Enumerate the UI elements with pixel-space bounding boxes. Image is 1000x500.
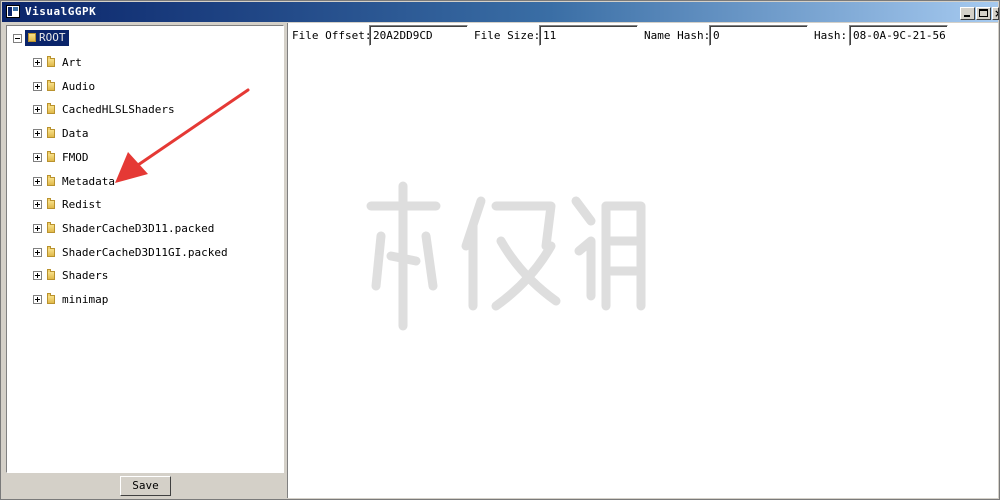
tree-item-label: Audio	[62, 80, 96, 93]
tree-item-fmod[interactable]: FMOD	[33, 149, 253, 167]
maximize-icon	[979, 9, 988, 17]
expand-icon[interactable]	[33, 153, 42, 162]
save-button[interactable]: Save	[120, 476, 171, 496]
tree-root-label[interactable]: ROOT	[25, 30, 69, 46]
tree-item-label: Data	[62, 127, 89, 140]
hash-field[interactable]: 08-0A-9C-21-56-C	[849, 25, 948, 46]
title-bar[interactable]: VisualGGPK ×	[2, 2, 999, 22]
tree-item-label: FMOD	[62, 151, 89, 164]
tree-item-audio[interactable]: Audio	[33, 78, 253, 96]
file-offset-label: File Offset:	[292, 29, 372, 42]
minimize-button[interactable]	[960, 7, 975, 20]
tree-item-metadata[interactable]: Metadata	[33, 173, 253, 191]
expand-icon[interactable]	[33, 271, 42, 280]
file-offset-field[interactable]: 20A2DD9CD	[369, 25, 468, 46]
file-tree[interactable]: ROOT Art Audio CachedHLSLShaders Data FM…	[6, 25, 284, 473]
name-hash-label: Name Hash:	[644, 29, 711, 42]
folder-icon	[47, 269, 55, 280]
expand-icon[interactable]	[33, 200, 42, 209]
app-icon[interactable]	[6, 5, 20, 18]
tree-item-label: Redist	[62, 198, 102, 211]
file-size-field[interactable]: 11	[539, 25, 638, 46]
file-size-label: File Size:	[474, 29, 541, 42]
folder-icon	[47, 246, 55, 257]
expand-icon[interactable]	[33, 105, 42, 114]
folder-icon	[28, 33, 36, 42]
folder-icon	[47, 293, 55, 304]
expand-icon[interactable]	[33, 129, 42, 138]
tree-root[interactable]: ROOT	[13, 30, 133, 48]
watermark-logo	[366, 181, 646, 331]
close-button[interactable]: ×	[992, 7, 999, 20]
tree-item-label: CachedHLSLShaders	[62, 103, 175, 116]
expand-icon[interactable]	[33, 177, 42, 186]
name-hash-field[interactable]: 0	[709, 25, 808, 46]
tree-item-shadercached3d11[interactable]: ShaderCacheD3D11.packed	[33, 220, 253, 238]
tree-item-cachedhlslshaders[interactable]: CachedHLSLShaders	[33, 101, 253, 119]
folder-icon	[47, 103, 55, 114]
window-title: VisualGGPK	[25, 5, 97, 18]
folder-icon	[47, 198, 55, 209]
folder-icon	[47, 222, 55, 233]
expand-icon[interactable]	[33, 295, 42, 304]
folder-icon	[47, 56, 55, 67]
tree-item-shadercached3d11gi[interactable]: ShaderCacheD3D11GI.packed	[33, 244, 253, 262]
tree-item-art[interactable]: Art	[33, 54, 253, 72]
folder-icon	[47, 80, 55, 91]
tree-item-redist[interactable]: Redist	[33, 196, 253, 214]
maximize-button[interactable]	[976, 7, 991, 20]
app-window: VisualGGPK × ROOT Art Audio	[0, 0, 1000, 500]
folder-icon	[47, 175, 55, 186]
hash-label: Hash:	[814, 29, 848, 42]
tree-item-data[interactable]: Data	[33, 125, 253, 143]
expand-icon[interactable]	[33, 58, 42, 67]
tree-item-label: Shaders	[62, 269, 109, 282]
expand-icon[interactable]	[33, 224, 42, 233]
minimize-icon	[964, 15, 970, 17]
folder-icon	[47, 127, 55, 138]
close-icon: ×	[994, 8, 998, 19]
tree-item-label: Art	[62, 56, 82, 69]
tree-item-minimap[interactable]: minimap	[33, 291, 253, 309]
tree-item-label: ShaderCacheD3D11GI.packed	[62, 246, 228, 259]
folder-icon	[47, 151, 55, 162]
tree-item-label: Metadata	[62, 175, 115, 188]
tree-item-label: minimap	[62, 293, 109, 306]
expand-icon[interactable]	[33, 248, 42, 257]
tree-item-shaders[interactable]: Shaders	[33, 267, 253, 285]
tree-item-label: ShaderCacheD3D11.packed	[62, 222, 215, 235]
expand-icon[interactable]	[33, 82, 42, 91]
collapse-icon[interactable]	[13, 34, 22, 43]
